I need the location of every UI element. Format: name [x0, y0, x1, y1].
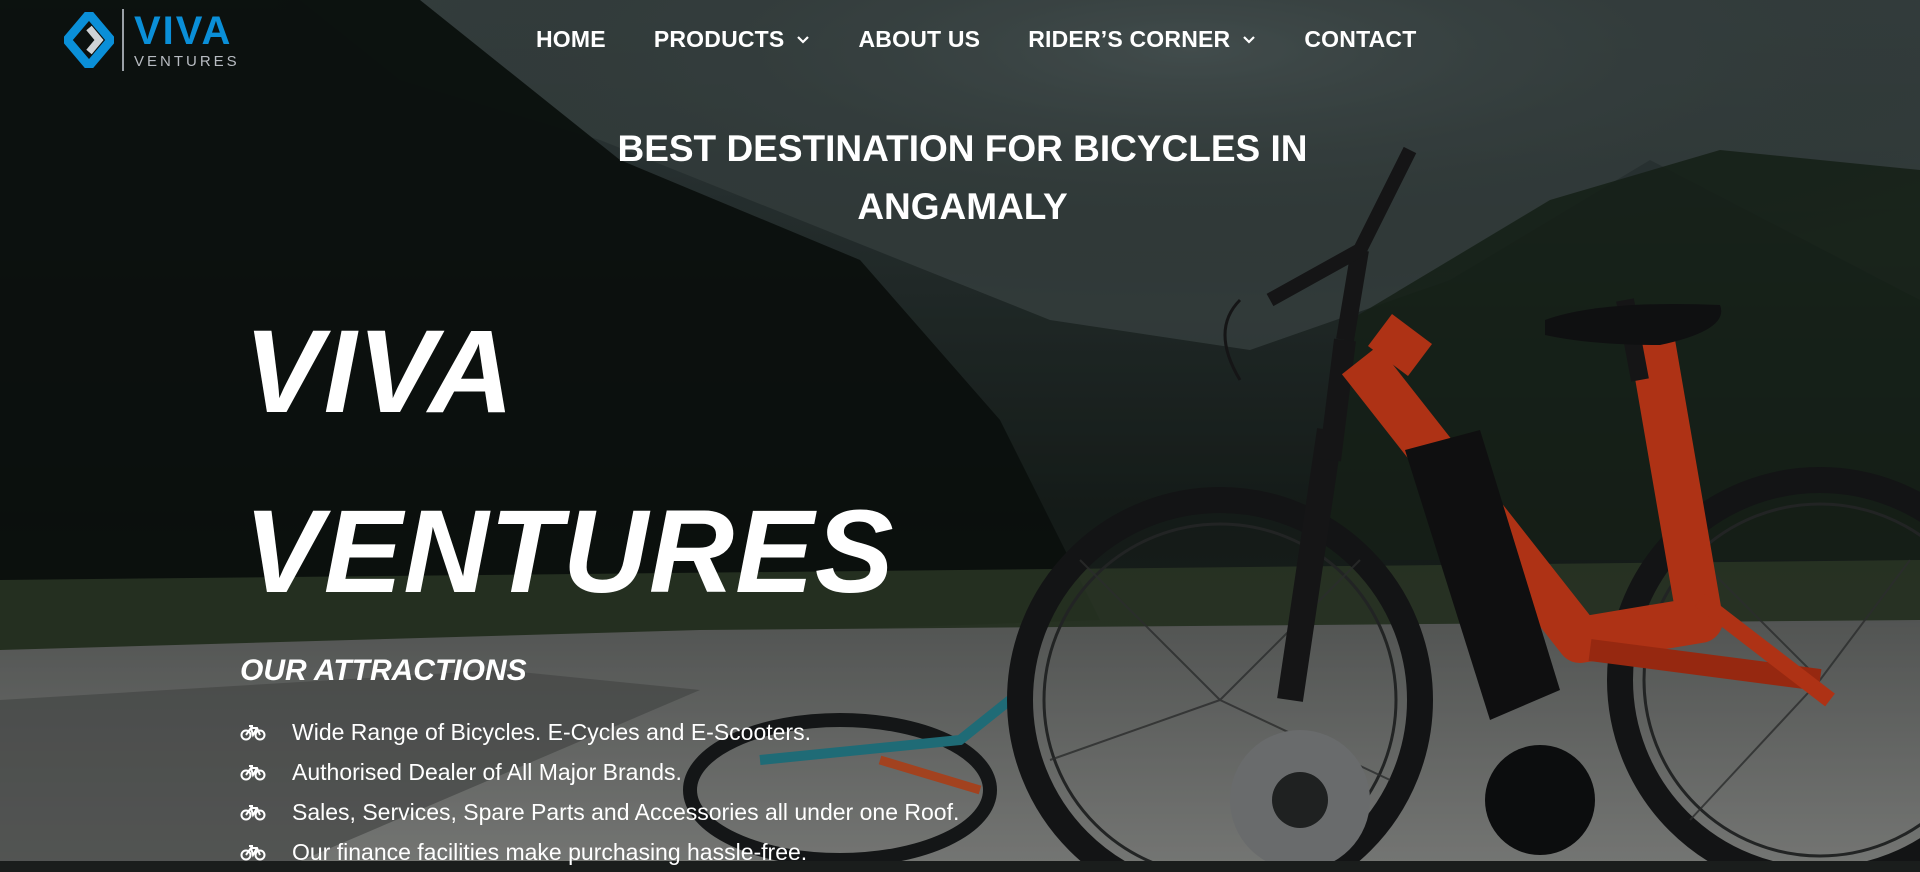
bicycle-icon: [240, 805, 266, 821]
attraction-text: Wide Range of Bicycles. E-Cycles and E-S…: [292, 718, 811, 745]
nav-item-about-us[interactable]: ABOUT US: [858, 26, 980, 53]
chevron-down-icon[interactable]: [1242, 35, 1256, 45]
nav-item-contact[interactable]: CONTACT: [1304, 26, 1416, 53]
nav-item-label: CONTACT: [1304, 26, 1417, 52]
bicycle-icon: [240, 725, 266, 741]
list-item: Sales, Services, Spare Parts and Accesso…: [240, 792, 959, 832]
hero-title-line1: VIVA: [244, 306, 515, 438]
list-item: Authorised Dealer of All Major Brands.: [240, 752, 959, 792]
logo-wordmark: VIVA: [134, 9, 233, 53]
nav-item-home[interactable]: HOME: [536, 26, 606, 53]
nav-item-label: RIDER’S CORNER: [1028, 26, 1231, 52]
bicycle-icon: [240, 845, 266, 861]
hero-tagline-line2: ANGAMALY: [857, 186, 1068, 227]
nav-item-label: ABOUT US: [858, 26, 981, 52]
main-nav: HOME PRODUCTS ABOUT US RIDER’S CORNER CO…: [536, 26, 1416, 53]
chevron-down-icon[interactable]: [796, 35, 810, 45]
list-item: Our finance facilities make purchasing h…: [240, 832, 959, 872]
attraction-text: Sales, Services, Spare Parts and Accesso…: [292, 798, 960, 825]
attractions-list: Wide Range of Bicycles. E-Cycles and E-S…: [240, 712, 959, 872]
hero-tagline-line1: BEST DESTINATION FOR BICYCLES IN: [617, 128, 1308, 169]
attraction-text: Authorised Dealer of All Major Brands.: [292, 758, 682, 785]
hero-title-line2: VENTURES: [244, 486, 895, 618]
logo-subtitle: VENTURES: [134, 53, 240, 70]
site-logo[interactable]: VIVA VENTURES: [64, 8, 240, 72]
nav-item-label: HOME: [536, 26, 606, 52]
list-item: Wide Range of Bicycles. E-Cycles and E-S…: [240, 712, 959, 752]
diamond-logo-icon: [64, 12, 114, 68]
attraction-text: Our finance facilities make purchasing h…: [292, 838, 808, 865]
nav-item-products[interactable]: PRODUCTS: [654, 26, 811, 53]
logo-divider: [122, 9, 124, 71]
attractions-heading: OUR ATTRACTIONS: [240, 654, 527, 687]
nav-item-label: PRODUCTS: [653, 26, 785, 52]
bicycle-icon: [240, 765, 266, 781]
hero-title: VIVA VENTURES: [244, 282, 895, 642]
nav-item-riders-corner[interactable]: RIDER’S CORNER: [1028, 26, 1256, 53]
hero-tagline: BEST DESTINATION FOR BICYCLES IN ANGAMAL…: [540, 120, 1385, 236]
